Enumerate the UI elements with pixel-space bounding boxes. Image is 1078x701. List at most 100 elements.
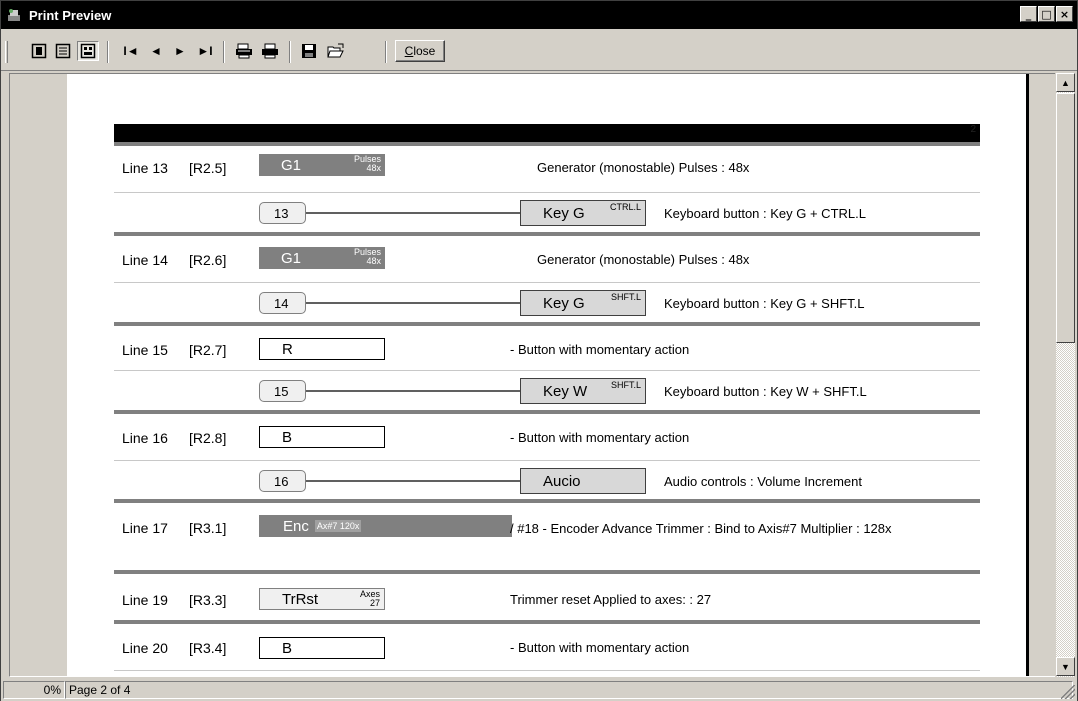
prev-page-icon: ◄ bbox=[150, 44, 162, 58]
line-ref: [R3.4] bbox=[189, 640, 227, 656]
close-window-button[interactable]: × bbox=[1056, 6, 1073, 22]
control-box: B bbox=[259, 637, 385, 659]
control-box: G1 Pulses 48x bbox=[259, 247, 385, 269]
key-name: Key W bbox=[543, 382, 588, 400]
toolbar-separator bbox=[223, 41, 225, 63]
control-box: R bbox=[259, 338, 385, 360]
two-page-button[interactable] bbox=[53, 41, 73, 61]
row-divider bbox=[114, 282, 980, 283]
line-label: Line 17 bbox=[122, 520, 168, 536]
first-page-icon: I◄ bbox=[123, 44, 139, 58]
arrow-up-icon: ▲ bbox=[1061, 77, 1070, 88]
title-bar[interactable]: Print Preview _ □ × bbox=[1, 1, 1077, 29]
scroll-thumb[interactable] bbox=[1056, 93, 1075, 343]
control-name: Enc bbox=[283, 517, 309, 535]
maximize-button[interactable]: □ bbox=[1038, 6, 1055, 22]
row-separator bbox=[114, 570, 980, 574]
key-box: Key W SHFT.L bbox=[520, 378, 646, 404]
connector-line bbox=[306, 212, 520, 214]
multi-page-button[interactable] bbox=[77, 41, 99, 61]
output-number: 14 bbox=[259, 292, 306, 314]
scroll-down-button[interactable]: ▼ bbox=[1056, 657, 1075, 676]
axis-tag: Ax#7 120x bbox=[314, 520, 362, 532]
scroll-up-button[interactable]: ▲ bbox=[1056, 73, 1075, 92]
row-description: Trimmer reset Applied to axes: : 27 bbox=[510, 592, 712, 607]
control-name: B bbox=[282, 428, 293, 446]
row-separator bbox=[114, 232, 980, 236]
output-number: 13 bbox=[259, 202, 306, 224]
status-bar: 0% Page 2 of 4 bbox=[1, 679, 1077, 701]
first-page-button[interactable]: I◄ bbox=[121, 41, 141, 61]
arrow-down-icon: ▼ bbox=[1061, 661, 1070, 672]
page-number: 2 bbox=[970, 124, 976, 135]
line-ref: [R3.3] bbox=[189, 592, 227, 608]
preview-viewport[interactable]: 2 Line 13 [R2.5] G1 Pulses 48x Generator … bbox=[9, 73, 1057, 677]
minimize-button[interactable]: _ bbox=[1020, 6, 1037, 22]
row-description: - Button with momentary action bbox=[510, 430, 690, 445]
page-header-bar: 2 bbox=[114, 124, 980, 142]
row-description: Generator (monostable) Pulses : 48x bbox=[537, 252, 750, 267]
row-separator bbox=[114, 620, 980, 624]
print-setup-icon bbox=[236, 43, 252, 59]
maximize-icon: □ bbox=[1041, 7, 1052, 21]
app-icon bbox=[5, 6, 23, 24]
print-setup-button[interactable] bbox=[233, 41, 255, 61]
row-description: / #18 - Encoder Advance Trimmer : Bind t… bbox=[510, 521, 892, 536]
single-page-icon bbox=[31, 43, 47, 59]
line-label: Line 13 bbox=[122, 160, 168, 176]
open-button[interactable] bbox=[325, 41, 347, 61]
next-page-icon: ► bbox=[174, 44, 186, 58]
row-separator bbox=[114, 410, 980, 414]
resize-grip[interactable] bbox=[1061, 685, 1075, 699]
toolbar-grip[interactable] bbox=[5, 41, 8, 63]
control-box: G1 Pulses 48x bbox=[259, 154, 385, 176]
row-description: - Button with momentary action bbox=[510, 640, 690, 655]
row-separator bbox=[114, 499, 980, 503]
control-params: Pulses 48x bbox=[354, 155, 381, 173]
key-name: Aucio bbox=[543, 472, 581, 490]
row-divider bbox=[114, 192, 980, 193]
save-button[interactable] bbox=[299, 41, 319, 61]
zoom-readout: 0% bbox=[3, 681, 65, 699]
toolbar-separator bbox=[107, 41, 109, 63]
toolbar-separator bbox=[289, 41, 291, 63]
line-ref: [R2.7] bbox=[189, 342, 227, 358]
key-modifier: CTRL.L bbox=[609, 202, 641, 212]
row-divider bbox=[114, 370, 980, 371]
sub-description: Keyboard button : Key G + SHFT.L bbox=[664, 296, 865, 311]
preview-page: 2 Line 13 [R2.5] G1 Pulses 48x Generator … bbox=[67, 74, 1029, 676]
multi-page-icon bbox=[80, 43, 96, 59]
row-divider bbox=[114, 670, 980, 671]
sub-description: Audio controls : Volume Increment bbox=[664, 474, 862, 489]
toolbar: I◄ ◄ ► ►I Close bbox=[1, 29, 1077, 71]
row-description: - Button with momentary action bbox=[510, 342, 690, 357]
print-icon bbox=[262, 43, 278, 59]
prev-page-button[interactable]: ◄ bbox=[147, 41, 165, 61]
param-value: 27 bbox=[369, 598, 380, 608]
control-box: B bbox=[259, 426, 385, 448]
close-button[interactable]: Close bbox=[395, 40, 445, 62]
connector-line bbox=[306, 480, 520, 482]
vertical-scrollbar[interactable]: ▲ ▼ bbox=[1055, 73, 1075, 677]
key-box: Aucio bbox=[520, 468, 646, 494]
connector-line bbox=[306, 390, 520, 392]
line-label: Line 19 bbox=[122, 592, 168, 608]
row-description: Generator (monostable) Pulses : 48x bbox=[537, 160, 750, 175]
param-value: 48x bbox=[366, 163, 381, 173]
key-modifier: SHFT.L bbox=[610, 292, 641, 302]
print-button[interactable] bbox=[259, 41, 281, 61]
line-label: Line 15 bbox=[122, 342, 168, 358]
close-icon: × bbox=[1059, 7, 1070, 21]
line-label: Line 14 bbox=[122, 252, 168, 268]
control-name: TrRst bbox=[282, 590, 319, 608]
single-page-button[interactable] bbox=[29, 41, 49, 61]
window-title: Print Preview bbox=[29, 7, 112, 23]
control-name: G1 bbox=[281, 156, 302, 174]
sub-description: Keyboard button : Key G + CTRL.L bbox=[664, 206, 866, 221]
line-label: Line 16 bbox=[122, 430, 168, 446]
last-page-button[interactable]: ►I bbox=[195, 41, 215, 61]
next-page-button[interactable]: ► bbox=[171, 41, 189, 61]
control-box: TrRst Axes 27 bbox=[259, 588, 385, 610]
print-preview-window: Print Preview _ □ × I◄ ◄ ► ►I C lose 2 L… bbox=[0, 0, 1078, 701]
control-name: G1 bbox=[281, 249, 302, 267]
